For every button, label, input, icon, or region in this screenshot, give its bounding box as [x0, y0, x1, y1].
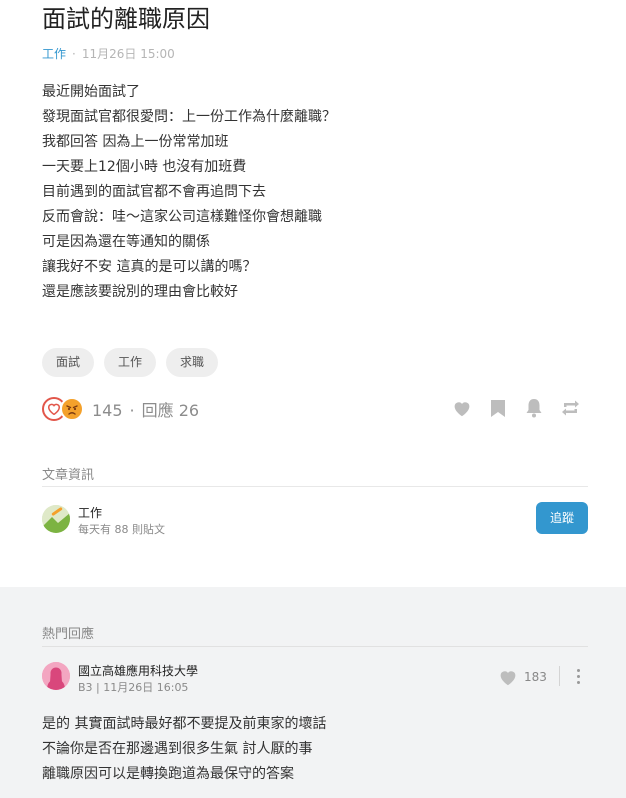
article-info-divider: [42, 486, 588, 487]
reply-count[interactable]: 回應 26: [142, 401, 199, 420]
post-body-line: 可是因為還在等通知的關係: [42, 234, 210, 250]
post-body-line: 目前遇到的面試官都不會再追問下去: [42, 184, 266, 200]
forum-name[interactable]: 工作: [78, 504, 102, 521]
comment-body-line: 是的 其實面試時最好都不要提及前東家的壞話: [42, 716, 327, 732]
avatar[interactable]: [42, 662, 70, 690]
share-icon[interactable]: [560, 397, 580, 419]
post-title: 面試的離職原因: [42, 5, 210, 33]
tag-job-hunting[interactable]: 求職: [166, 348, 219, 377]
heart-icon[interactable]: [498, 668, 518, 686]
comment-like-count: 183: [524, 670, 547, 684]
comment-body: 是的 其實面試時最好都不要提及前東家的壞話 不論你是否在那邊遇到很多生氣 討人厭…: [42, 712, 326, 787]
post-body: 最近開始面試了 發現面試官都很愛問：上一份工作為什麼離職？ 我都回答 因為上一份…: [42, 80, 582, 305]
hot-replies-section: 熱門回應 國立高雄應用科技大學 B3 | 11月26日 16:05 183 是的…: [0, 587, 626, 798]
heart-icon[interactable]: [452, 397, 472, 419]
count-separator: ·: [129, 400, 135, 420]
comment-action-divider: [559, 666, 560, 686]
comment-body-line: 不論你是否在那邊遇到很多生氣 討人厭的事: [42, 741, 313, 757]
tag-interview[interactable]: 面試: [42, 348, 95, 377]
tag-list: 面試 工作 求職: [42, 348, 219, 377]
post-body-line: 反而會說：哇～這家公司這樣難怪你會想離職: [42, 209, 322, 225]
hot-replies-label: 熱門回應: [42, 627, 95, 642]
comment-floor-time: B3 | 11月26日 16:05: [78, 681, 189, 694]
hot-replies-divider: [42, 646, 588, 647]
comment-author-school: 國立高雄應用科技大學: [78, 664, 199, 678]
post-body-line: 最近開始面試了: [42, 84, 140, 100]
post-body-line: 一天要上12個小時 也沒有加班費: [42, 159, 247, 175]
more-options-icon[interactable]: [570, 666, 586, 686]
angry-reaction-icon: [60, 396, 84, 421]
meta-dot: ·: [72, 47, 76, 61]
post-meta: 工作 · 11月26日 15:00: [42, 45, 175, 63]
forum-post-stats: 每天有 88 則貼文: [78, 523, 165, 536]
reaction-summary[interactable]: 145 · 回應 26: [42, 395, 199, 422]
tag-work[interactable]: 工作: [104, 348, 157, 377]
post-actions: [452, 397, 580, 419]
post-body-line: 發現面試官都很愛問：上一份工作為什麼離職？: [42, 109, 336, 125]
post-body-line: 我都回答 因為上一份常常加班: [42, 134, 229, 150]
follow-button[interactable]: 追蹤: [536, 502, 588, 534]
bookmark-icon[interactable]: [488, 397, 508, 419]
post-body-line: 還是應該要說別的理由會比較好: [42, 284, 238, 300]
article: 面試的離職原因 工作 · 11月26日 15:00 最近開始面試了 發現面試官都很愛…: [0, 0, 626, 587]
reaction-reply-count: 145 · 回應 26: [92, 397, 199, 421]
bell-icon[interactable]: [524, 397, 544, 419]
comment-like[interactable]: 183: [498, 668, 547, 686]
article-info-label: 文章資訊: [42, 468, 95, 483]
forum-avatar: [42, 505, 70, 533]
post-forum-link[interactable]: 工作: [42, 47, 66, 61]
post-body-line: 讓我好不安 這真的是可以講的嗎？: [42, 259, 257, 275]
post-time: 11月26日 15:00: [81, 47, 175, 61]
reaction-count: 145: [92, 400, 123, 420]
forum-card[interactable]: 工作 每天有 88 則貼文 追蹤: [42, 502, 588, 536]
comment-body-line: 離職原因可以是轉換跑道為最保守的答案: [42, 766, 294, 782]
